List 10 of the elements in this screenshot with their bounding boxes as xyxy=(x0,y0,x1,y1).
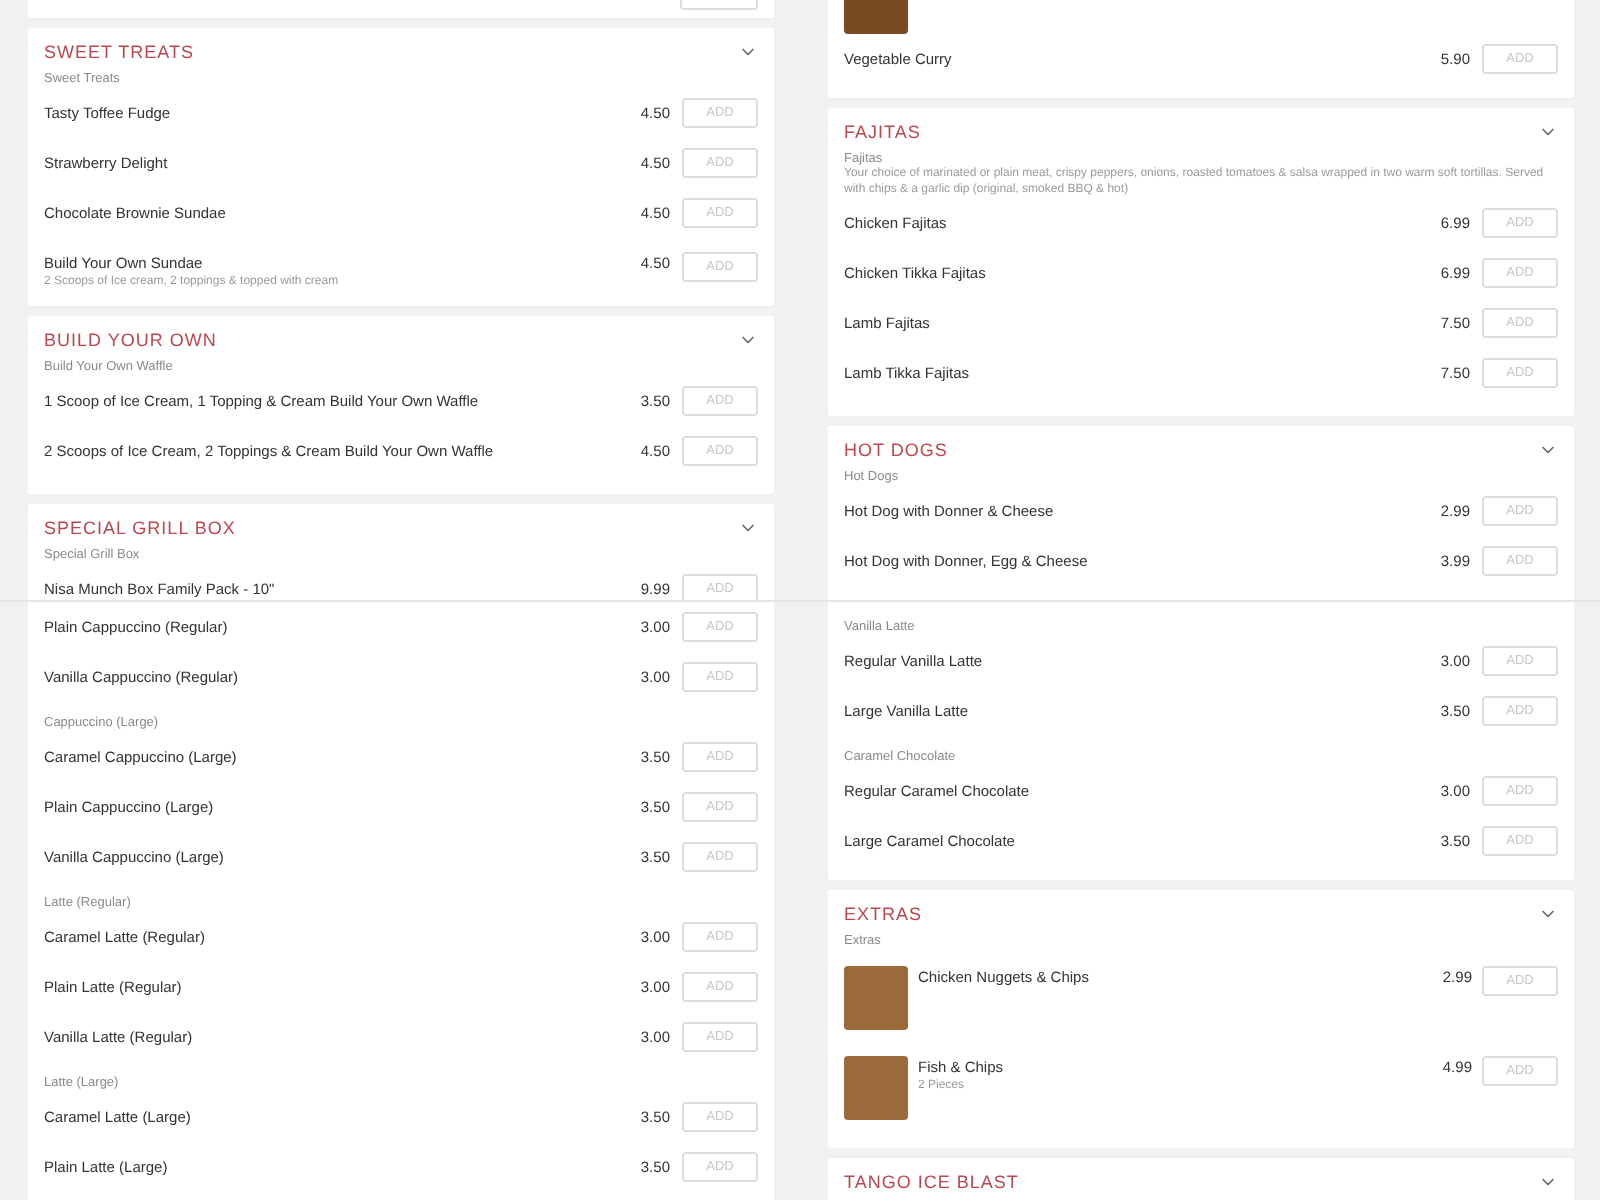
photo-placeholder xyxy=(844,966,908,1030)
category-title[interactable]: SWEET TREATS xyxy=(44,42,195,62)
category-title[interactable]: EXTRAS xyxy=(844,904,923,924)
category-title[interactable]: BUILD YOUR OWN xyxy=(44,330,217,350)
photo-placeholder xyxy=(844,1056,908,1120)
category-title[interactable]: HOT DOGS xyxy=(844,440,948,460)
category-title[interactable]: SPECIAL GRILL BOX xyxy=(44,518,236,538)
category-title[interactable]: FAJITAS xyxy=(844,122,921,142)
category-title[interactable]: TANGO ICE BLAST xyxy=(844,1172,1019,1192)
photo-placeholder xyxy=(844,0,908,34)
